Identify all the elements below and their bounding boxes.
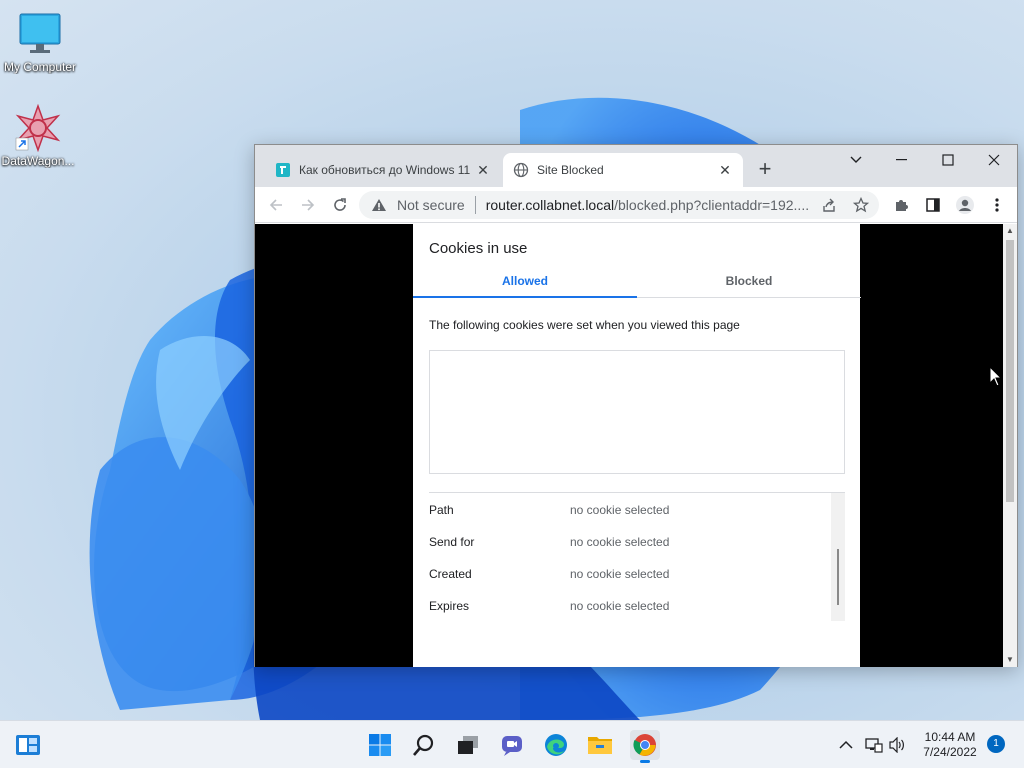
bookmark-star-icon[interactable] [849, 193, 873, 217]
side-panel-icon[interactable] [921, 193, 945, 217]
volume-icon[interactable] [888, 735, 908, 755]
detail-value: no cookie selected [570, 535, 670, 549]
warning-icon[interactable] [371, 198, 389, 212]
tab-title: Как обновиться до Windows 11 [299, 163, 471, 177]
active-app-indicator [640, 760, 650, 763]
detail-row-expires: Expires no cookie selected [429, 599, 669, 619]
cookie-details: Path no cookie selected Send for no cook… [429, 492, 845, 622]
address-bar[interactable]: Not secure router.collabnet.local/blocke… [359, 191, 879, 219]
detail-key: Path [429, 503, 454, 517]
new-tab-button[interactable]: + [753, 157, 777, 181]
extensions-icon[interactable] [889, 193, 913, 217]
profile-avatar-icon[interactable] [953, 193, 977, 217]
tab-inactive[interactable]: Как обновиться до Windows 11 ✕ [265, 153, 501, 187]
menu-kebab-icon[interactable] [985, 193, 1009, 217]
system-clock[interactable]: 10:44 AM 7/24/2022 [914, 730, 986, 760]
cookies-dialog: Cookies in use Allowed Blocked The follo… [413, 224, 861, 667]
page-scrollbar[interactable]: ▲ ▼ [1003, 224, 1017, 667]
detail-key: Created [429, 567, 472, 581]
clock-time: 10:44 AM [924, 730, 976, 744]
scrollbar-thumb[interactable] [1006, 240, 1014, 502]
detail-row-path: Path no cookie selected [429, 503, 669, 523]
desktop-icon-my-computer[interactable]: My Computer [0, 10, 80, 74]
detail-row-created: Created no cookie selected [429, 567, 669, 587]
detail-key: Send for [429, 535, 475, 549]
scrollbar-thumb[interactable] [837, 549, 839, 605]
reload-icon[interactable] [328, 193, 352, 217]
detail-row-send-for: Send for no cookie selected [429, 535, 669, 555]
taskbar: 10:44 AM 7/24/2022 [0, 720, 1024, 768]
detail-value: no cookie selected [570, 503, 670, 517]
widgets-icon[interactable] [14, 731, 42, 759]
detail-value: no cookie selected [570, 599, 670, 613]
datawagon-app-icon [14, 103, 62, 153]
tab-title: Site Blocked [537, 163, 604, 177]
show-hidden-icons-icon[interactable] [836, 735, 856, 755]
share-icon[interactable] [817, 193, 841, 217]
back-icon[interactable] [264, 193, 288, 217]
notification-badge[interactable]: 1 [987, 735, 1005, 753]
forward-icon[interactable] [296, 193, 320, 217]
chrome-window: Как обновиться до Windows 11 ✕ Site Bloc… [254, 144, 1018, 667]
dialog-description: The following cookies were set when you … [429, 318, 740, 332]
scroll-down-icon[interactable]: ▼ [1003, 653, 1017, 667]
site-favicon [275, 162, 291, 178]
tab-allowed[interactable]: Allowed [413, 268, 637, 298]
toolbar: Not secure router.collabnet.local/blocke… [255, 187, 1017, 223]
globe-icon [513, 162, 529, 178]
tab-search-icon[interactable] [833, 147, 879, 173]
divider [474, 196, 476, 214]
desktop-icon-label: DataWagon... [1, 154, 75, 168]
url-host: router.collabnet.local [485, 197, 615, 213]
network-icon[interactable] [864, 735, 884, 755]
dialog-title: Cookies in use [429, 240, 528, 257]
tab-blocked[interactable]: Blocked [637, 268, 861, 298]
minimize-button[interactable] [879, 147, 925, 173]
file-explorer-icon[interactable] [586, 731, 614, 759]
security-label[interactable]: Not secure [397, 197, 465, 213]
page-content: Cookies in use Allowed Blocked The follo… [255, 224, 1017, 667]
chrome-icon[interactable] [630, 730, 660, 763]
monitor-icon [16, 10, 64, 58]
desktop-icon-label: My Computer [3, 60, 77, 74]
chat-icon[interactable] [498, 731, 526, 759]
detail-key: Expires [429, 599, 470, 613]
start-icon[interactable] [366, 731, 394, 759]
close-tab-icon[interactable]: ✕ [717, 162, 733, 179]
maximize-button[interactable] [925, 147, 971, 173]
close-tab-icon[interactable]: ✕ [475, 162, 491, 179]
edge-icon[interactable] [542, 731, 570, 759]
url-path: /blocked.php?clientaddr=192.... [614, 197, 810, 213]
desktop-icon-datawagon[interactable]: DataWagon... [0, 103, 78, 168]
cookie-list[interactable] [429, 350, 845, 474]
clock-date: 7/24/2022 [923, 745, 977, 759]
mouse-cursor-icon [989, 366, 1003, 387]
title-bar: Как обновиться до Windows 11 ✕ Site Bloc… [255, 145, 1017, 187]
close-window-button[interactable] [971, 147, 1017, 173]
details-scrollbar[interactable] [831, 493, 845, 621]
search-icon[interactable] [410, 731, 438, 759]
task-view-icon[interactable] [454, 731, 482, 759]
detail-value: no cookie selected [570, 567, 670, 581]
scroll-up-icon[interactable]: ▲ [1003, 224, 1017, 238]
tab-active[interactable]: Site Blocked ✕ [503, 153, 743, 187]
